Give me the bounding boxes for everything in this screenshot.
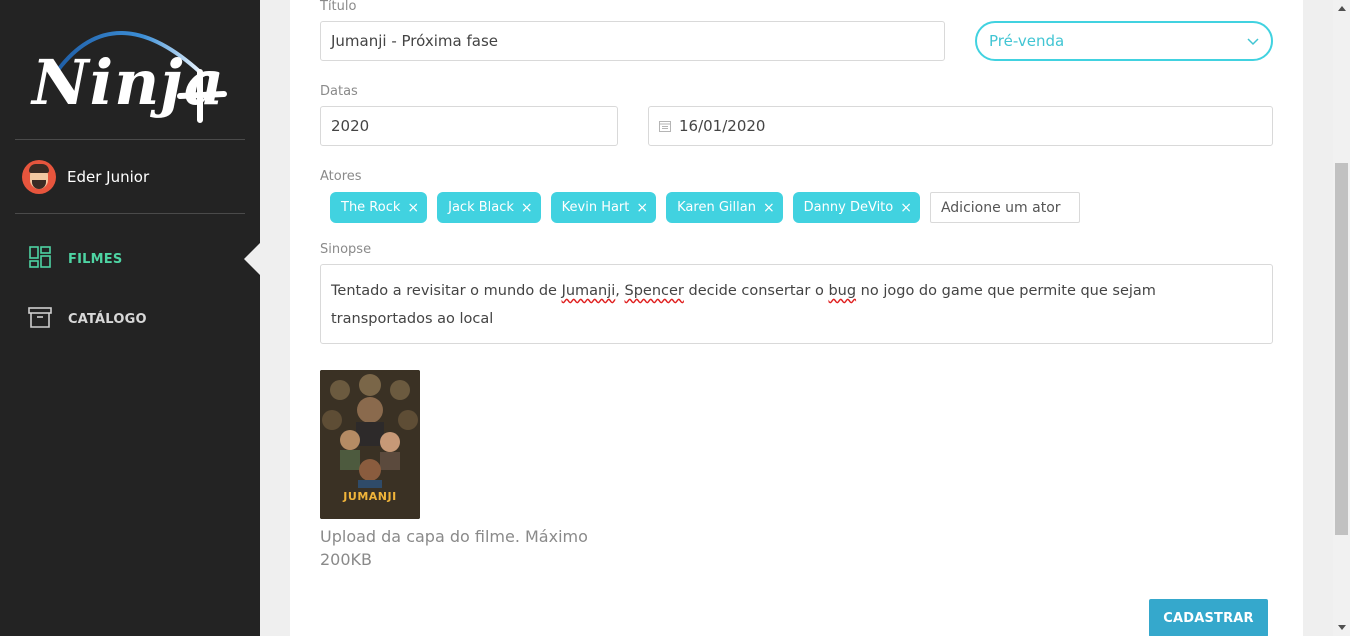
sidebar-item-label: CATÁLOGO <box>68 311 147 327</box>
actors-label: Atores <box>320 169 362 184</box>
status-select[interactable]: Pré-venda <box>975 21 1273 61</box>
sidebar-divider <box>15 139 245 140</box>
sidebar-item-filmes[interactable]: FILMES <box>28 246 122 272</box>
scroll-down-icon[interactable] <box>1333 619 1350 636</box>
cover-image[interactable]: JUMANJI <box>320 370 420 519</box>
remove-tag-icon[interactable]: × <box>521 200 533 216</box>
synopsis-textarea[interactable]: Tentado a revisitar o mundo de Jumanji, … <box>320 264 1273 344</box>
remove-tag-icon[interactable]: × <box>407 200 419 216</box>
actor-tag-label: Danny DeVito <box>803 200 894 215</box>
actor-tag: Jack Black × <box>437 192 541 223</box>
submit-button[interactable]: CADASTRAR <box>1149 599 1268 636</box>
synopsis-text: Tentado a revisitar o mundo de <box>331 283 562 299</box>
remove-tag-icon[interactable]: × <box>900 200 912 216</box>
ninja-plus-logo[interactable]: Ninja <box>20 10 240 130</box>
actor-tag-label: Kevin Hart <box>561 200 630 215</box>
dates-label: Datas <box>320 84 358 99</box>
avatar <box>22 160 56 194</box>
actor-tag-label: Karen Gillan <box>677 200 756 215</box>
actor-tag: The Rock × <box>330 192 428 223</box>
remove-tag-icon[interactable]: × <box>763 200 775 216</box>
add-actor-input[interactable]: Adicione um ator <box>929 192 1080 223</box>
actor-tag-label: Jack Black <box>448 200 514 215</box>
calendar-icon <box>659 120 671 132</box>
synopsis-text: decide consertar o <box>683 283 829 299</box>
actor-tag-label: The Rock <box>341 200 401 215</box>
archive-box-icon <box>28 305 52 333</box>
dashboard-icon <box>28 245 52 273</box>
chevron-down-icon <box>1247 32 1259 50</box>
actors-tag-list: The Rock × Jack Black × Kevin Hart × Karen … <box>330 192 1080 223</box>
logo-text: Ninja <box>32 46 225 119</box>
active-indicator <box>244 243 260 275</box>
poster-title: JUMANJI <box>343 490 397 503</box>
synopsis-text: Spencer <box>624 283 684 299</box>
release-date-value: 16/01/2020 <box>679 117 766 135</box>
actor-tag: Karen Gillan × <box>666 192 783 223</box>
sidebar-item-catalogo[interactable]: CATÁLOGO <box>28 306 147 332</box>
scrollbar[interactable] <box>1333 0 1350 636</box>
sidebar-item-label: FILMES <box>68 251 123 267</box>
sidebar: Ninja Eder Junior FILMES CATÁLOGO <box>0 0 260 636</box>
release-date-input[interactable]: 16/01/2020 <box>648 106 1273 146</box>
actor-tag: Kevin Hart × <box>550 192 657 223</box>
user-profile[interactable]: Eder Junior <box>22 160 149 194</box>
synopsis-text: bug <box>828 283 857 299</box>
scrollbar-thumb[interactable] <box>1335 163 1348 535</box>
user-name: Eder Junior <box>67 168 150 186</box>
remove-tag-icon[interactable]: × <box>636 200 648 216</box>
synopsis-label: Sinopse <box>320 242 372 257</box>
scroll-up-icon[interactable] <box>1333 0 1350 17</box>
title-label: Título <box>320 0 357 14</box>
sidebar-divider <box>15 213 245 214</box>
actor-tag: Danny DeVito × <box>792 192 920 223</box>
upload-help-text: Upload da capa do filme. Máximo 200KB <box>320 527 588 569</box>
status-select-value: Pré-venda <box>989 32 1065 50</box>
synopsis-text: Jumanji <box>561 283 616 299</box>
year-input[interactable]: 2020 <box>320 106 618 146</box>
title-input[interactable]: Jumanji - Próxima fase <box>320 21 945 61</box>
synopsis-text: , <box>615 283 625 299</box>
